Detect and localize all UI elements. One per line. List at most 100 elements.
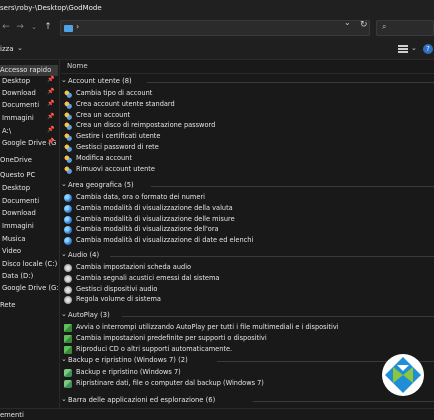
sidebar-item-label: Download [2, 89, 36, 97]
pin-icon[interactable]: 📌 [47, 88, 54, 95]
chevron-down-icon[interactable]: ⌄ [61, 76, 67, 84]
pin-icon[interactable]: 📌 [47, 100, 54, 107]
list-item[interactable]: Crea un account [64, 111, 424, 121]
refresh-icon[interactable]: ↻ [360, 20, 368, 30]
status-bar: ementi [0, 408, 434, 420]
list-item[interactable]: Gestisci password di rete [64, 143, 424, 153]
list-item[interactable]: Rimuovi account utente [64, 165, 424, 175]
list-item[interactable]: Riproduci CD o altri supporti automatica… [64, 345, 424, 355]
list-item[interactable]: Regola volume di sistema [64, 295, 424, 305]
chevron-down-icon[interactable]: ⌄ [61, 180, 67, 188]
details-view-icon[interactable] [398, 45, 408, 53]
list-item[interactable]: Modifica account [64, 154, 424, 164]
pin-icon[interactable]: 📌 [47, 138, 54, 145]
list-item[interactable]: Cambia modalità di visualizzazione delle… [64, 215, 424, 225]
search-input[interactable]: ⌕ [376, 20, 434, 36]
globe-icon [64, 237, 72, 246]
sidebar-item[interactable]: Questo PC [0, 170, 58, 181]
sidebar-item[interactable]: Google Drive (G:) [0, 283, 59, 294]
sidebar-item-label: Data (D:) [2, 272, 34, 280]
list-item[interactable]: Cambia modalità di visualizzazione di da… [64, 236, 424, 246]
sidebar-item[interactable]: Desktop 📌 [0, 76, 58, 87]
sidebar-item[interactable]: Documenti [0, 196, 58, 207]
sidebar-item[interactable]: Disco locale (C:) [0, 259, 58, 270]
list-item-label: Cambia modalità di visualizzazione delle… [76, 214, 235, 223]
list-item[interactable]: Cambia modalità di visualizzazione della… [64, 204, 424, 214]
sidebar-item-label: OneDrive [0, 156, 32, 164]
sidebar-item[interactable]: Immagini 📌 [0, 113, 58, 124]
sidebar-item[interactable]: Download 📌 [0, 88, 58, 99]
sidebar-item[interactable]: A:\ 📌 [0, 126, 58, 137]
group-header[interactable]: ⌄ Account utente (8) [61, 76, 434, 87]
chevron-down-icon[interactable]: ⌄ [61, 250, 67, 258]
list-item[interactable]: Cambia segnali acustici emessi dal siste… [64, 274, 424, 284]
group-divider [253, 401, 434, 402]
globe-icon [64, 215, 72, 224]
chevron-down-icon[interactable]: ⌄ [61, 355, 67, 363]
sidebar-item[interactable]: Desktop [0, 183, 58, 194]
list-item-label: Modifica account [76, 153, 132, 162]
sidebar-item-label: Documenti [2, 197, 40, 205]
list-item[interactable]: Cambia modalità di visualizzazione dell'… [64, 225, 424, 235]
chevron-down-icon[interactable]: ⌄ [61, 395, 67, 403]
list-item[interactable]: Backup e ripristino (Windows 7) [64, 368, 424, 378]
help-icon[interactable]: ? [423, 44, 433, 54]
list-item[interactable]: Cambia data, ora o formato dei numeri [64, 193, 424, 203]
group-title: Area geografica (5) [68, 181, 134, 189]
sidebar-item[interactable]: OneDrive [0, 155, 58, 166]
sidebar-item[interactable]: Musica [0, 234, 58, 245]
chevron-down-icon[interactable]: ⌄ [17, 44, 23, 52]
group-header[interactable]: ⌄ Barra delle applicazioni ed esplorazion… [61, 395, 434, 406]
pin-icon[interactable]: 📌 [47, 76, 54, 83]
sidebar-item[interactable]: Google Drive (G 📌 [0, 138, 58, 149]
group-header[interactable]: ⌄ Audio (4) [61, 250, 434, 261]
group-header[interactable]: ⌄ Backup e ripristino (Windows 7) (2) [61, 355, 434, 366]
sidebar-item[interactable]: Data (D:) [0, 271, 58, 282]
sidebar-item[interactable]: Accesso rapido [0, 65, 58, 76]
list-item[interactable]: Cambia impostazioni predefinite per supp… [64, 334, 424, 344]
list-item[interactable]: Crea account utente standard [64, 100, 424, 110]
group-header[interactable]: ⌄ Area geografica (5) [61, 180, 434, 191]
list-item[interactable]: Avvia o interrompi utilizzando AutoPlay … [64, 323, 424, 333]
sidebar-item-label: Disco locale (C:) [2, 260, 58, 268]
sidebar-item[interactable]: Documenti 📌 [0, 100, 58, 111]
sidebar-item[interactable]: Rete [0, 300, 58, 311]
list-item-label: Rimuovi account utente [76, 164, 155, 173]
sidebar-item-label: Questo PC [0, 171, 36, 179]
address-dropdown-icon[interactable]: ⌄ [344, 18, 351, 27]
list-item-label: Cambia modalità di visualizzazione dell'… [76, 225, 219, 234]
column-header-name[interactable]: Nome [67, 62, 88, 70]
pin-icon[interactable]: 📌 [47, 113, 54, 120]
list-item-label: Cambia segnali acustici emessi dal siste… [76, 273, 220, 282]
list-item-label: Gestire i certificati utente [76, 132, 161, 141]
chevron-down-icon[interactable]: ⌄ [28, 21, 40, 33]
list-item[interactable]: Gestire i certificati utente [64, 132, 424, 142]
sidebar-item[interactable]: Immagini [0, 221, 58, 232]
sidebar-item-label: Musica [2, 235, 26, 243]
list-item-label: Riproduci CD o altri supporti automatica… [76, 344, 233, 353]
list-item-label: Crea account utente standard [76, 99, 175, 108]
users-icon [64, 154, 72, 163]
command-bar: izza ⌄ ⌄ ? [0, 39, 434, 60]
sidebar-item-label: Download [2, 209, 36, 217]
list-item[interactable]: Crea un disco di reimpostazione password [64, 121, 424, 131]
list-item-label: Cambia modalità di visualizzazione di da… [76, 236, 254, 245]
chevron-down-icon[interactable]: ⌄ [61, 310, 67, 318]
arrow-up-icon[interactable]: ↑ [42, 21, 54, 33]
group-divider [146, 82, 434, 83]
breadcrumb-chevron[interactable]: › [76, 22, 79, 31]
organize-button[interactable]: izza [0, 45, 14, 53]
chevron-down-icon[interactable]: ⌄ [411, 44, 417, 52]
address-bar[interactable]: › [60, 20, 370, 36]
pin-icon[interactable]: 📌 [47, 126, 54, 133]
list-item[interactable]: Cambia impostazioni scheda audio [64, 263, 424, 273]
group-header[interactable]: ⌄ AutoPlay (3) [61, 310, 434, 321]
list-item[interactable]: Ripristinare dati, file o computer dal b… [64, 379, 424, 389]
sidebar-item[interactable]: Download [0, 208, 58, 219]
title-bar: sers\roby-\Desktop\GodMode [0, 0, 434, 17]
arrow-right-icon[interactable]: → [14, 21, 26, 33]
arrow-left-icon[interactable]: ← [0, 21, 12, 33]
sidebar-item[interactable]: Video [0, 246, 58, 257]
list-item[interactable]: Gestisci dispositivi audio [64, 285, 424, 295]
list-item[interactable]: Cambia tipo di account [64, 89, 424, 99]
